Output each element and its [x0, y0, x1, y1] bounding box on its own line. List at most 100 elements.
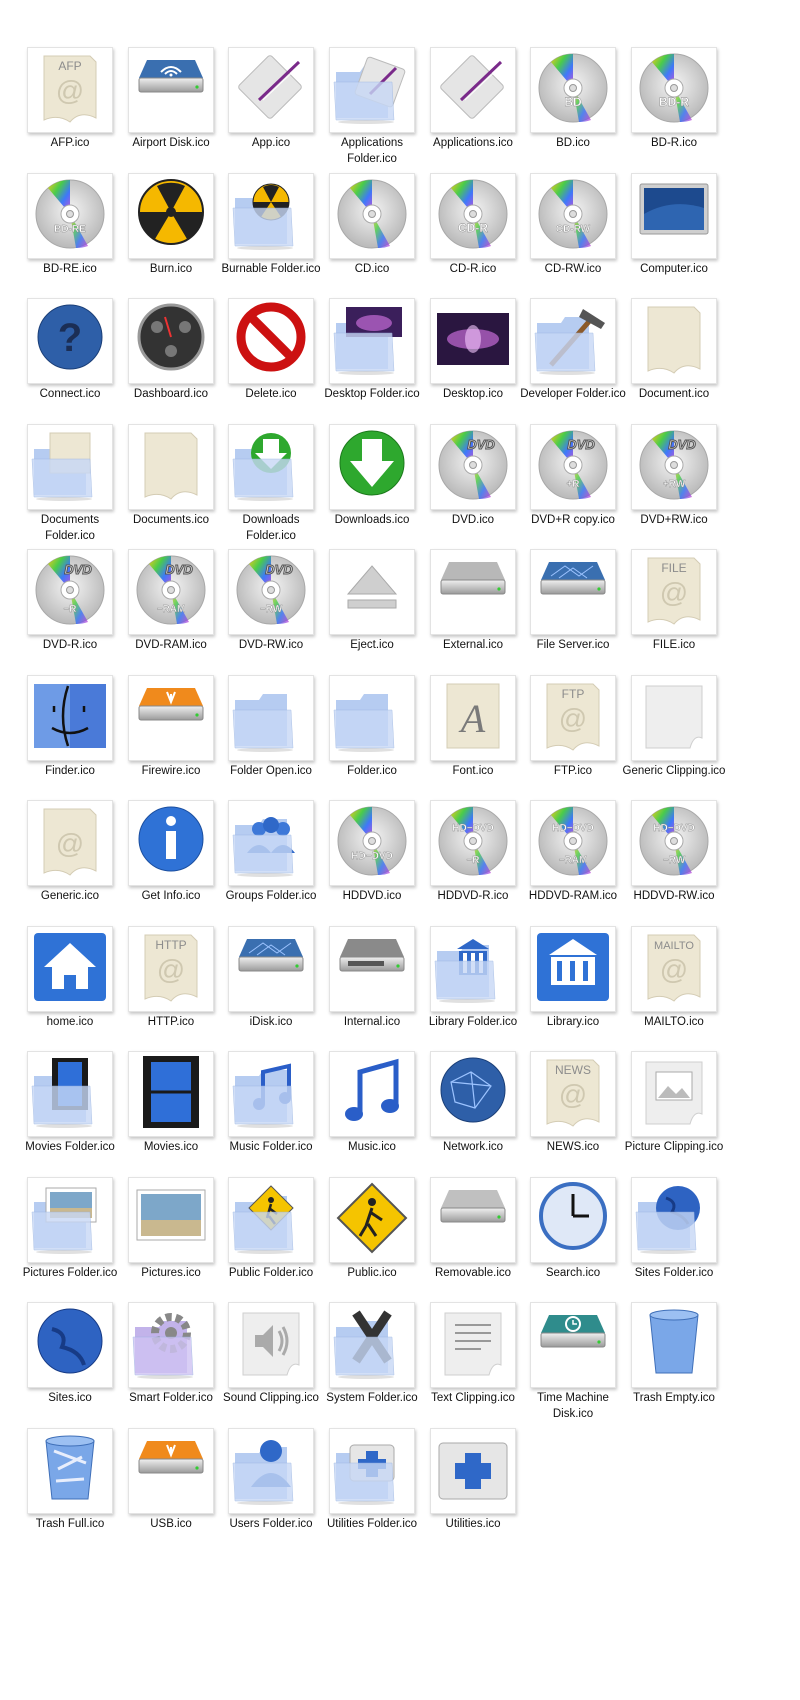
icon-thumbnail[interactable] — [530, 926, 616, 1012]
icon-thumbnail[interactable]: MAILTO @ — [631, 926, 717, 1012]
icon-thumbnail[interactable] — [329, 298, 415, 384]
icon-thumbnail[interactable] — [430, 298, 516, 384]
icon-thumbnail[interactable]: CD-RW — [530, 173, 616, 259]
music-folder-icon — [232, 1063, 294, 1128]
icon-thumbnail[interactable] — [430, 1051, 516, 1137]
icon-thumbnail[interactable] — [228, 1051, 314, 1137]
icon-thumbnail[interactable] — [430, 47, 516, 133]
icon-label: DVD-RAM.ico — [135, 639, 207, 651]
icon-thumbnail[interactable] — [530, 1302, 616, 1388]
icon-thumbnail[interactable]: DVD +R — [530, 424, 616, 510]
icon-label: Utilities Folder.ico — [326, 1518, 418, 1530]
icon-thumbnail[interactable] — [128, 47, 214, 133]
icon-thumbnail[interactable] — [128, 1177, 214, 1263]
icon-thumbnail[interactable] — [128, 173, 214, 259]
icon-thumbnail[interactable] — [530, 298, 616, 384]
burnable-folder-icon — [232, 183, 294, 250]
icon-thumbnail[interactable]: HD−DVD — [329, 800, 415, 886]
icon-thumbnail[interactable]: BD-R — [631, 47, 717, 133]
icon-thumbnail[interactable] — [329, 424, 415, 510]
icon-thumbnail[interactable] — [128, 800, 214, 886]
icon-thumbnail[interactable] — [631, 1302, 717, 1388]
icon-thumbnail[interactable] — [631, 298, 717, 384]
icon-thumbnail[interactable] — [329, 1051, 415, 1137]
icon-thumbnail[interactable]: BD-RE — [27, 173, 113, 259]
icon-thumbnail[interactable] — [430, 1302, 516, 1388]
icon-thumbnail[interactable] — [27, 1428, 113, 1514]
icon-thumbnail[interactable] — [128, 1302, 214, 1388]
icon-thumbnail[interactable] — [228, 800, 314, 886]
icon-thumbnail[interactable] — [128, 675, 214, 761]
icon-thumbnail[interactable]: @ — [27, 800, 113, 886]
icon-thumbnail[interactable]: CD-R — [430, 173, 516, 259]
icon-thumbnail[interactable] — [631, 1051, 717, 1137]
icon-thumbnail[interactable] — [329, 675, 415, 761]
icon-thumbnail[interactable] — [631, 675, 717, 761]
icon-thumbnail[interactable] — [27, 926, 113, 1012]
icon-label: Movies Folder.ico — [25, 1141, 115, 1153]
icon-label: DVD+RW.ico — [640, 514, 708, 526]
icon-thumbnail[interactable] — [329, 47, 415, 133]
icon-thumbnail[interactable] — [128, 298, 214, 384]
svg-text:DVD: DVD — [64, 562, 92, 577]
icon-thumbnail[interactable]: DVD −RW — [228, 549, 314, 635]
icon-label: Firewire.ico — [141, 765, 201, 777]
icon-thumbnail[interactable]: HD−DVD −RAM — [530, 800, 616, 886]
icon-thumbnail[interactable]: DVD +RW — [631, 424, 717, 510]
icon-thumbnail[interactable] — [530, 1177, 616, 1263]
icon-thumbnail[interactable] — [228, 675, 314, 761]
icon-thumbnail[interactable] — [530, 549, 616, 635]
icon-thumbnail[interactable] — [128, 1051, 214, 1137]
icon-thumbnail[interactable] — [27, 1051, 113, 1137]
svg-text:HD−DVD: HD−DVD — [452, 823, 493, 834]
icon-thumbnail[interactable]: HD−DVD −RW — [631, 800, 717, 886]
icon-thumbnail[interactable]: FILE @ — [631, 549, 717, 635]
icon-label: Library Folder.ico — [428, 1016, 518, 1028]
icon-thumbnail[interactable]: A — [430, 675, 516, 761]
icon-thumbnail[interactable]: FTP @ — [530, 675, 616, 761]
icon-thumbnail[interactable] — [27, 1302, 113, 1388]
icon-thumbnail[interactable] — [430, 1177, 516, 1263]
icon-thumbnail[interactable] — [430, 549, 516, 635]
icon-thumbnail[interactable] — [329, 1177, 415, 1263]
icon-thumbnail[interactable]: HD−DVD −R — [430, 800, 516, 886]
icon-thumbnail[interactable]: HTTP @ — [128, 926, 214, 1012]
icon-thumbnail[interactable] — [228, 1302, 314, 1388]
documents-icon — [144, 432, 198, 500]
icon-thumbnail[interactable] — [228, 1177, 314, 1263]
icon-thumbnail[interactable] — [27, 1177, 113, 1263]
icon-thumbnail[interactable] — [228, 173, 314, 259]
icon-thumbnail[interactable] — [128, 424, 214, 510]
icon-thumbnail[interactable] — [329, 926, 415, 1012]
icon-thumbnail[interactable]: AFP @ — [27, 47, 113, 133]
icon-thumbnail[interactable]: DVD −RAM — [128, 549, 214, 635]
icon-thumbnail[interactable] — [631, 1177, 717, 1263]
icon-thumbnail[interactable] — [631, 173, 717, 259]
svg-text:DVD: DVD — [165, 562, 193, 577]
icon-thumbnail[interactable] — [329, 173, 415, 259]
icon-thumbnail[interactable] — [430, 926, 516, 1012]
icon-thumbnail[interactable] — [27, 424, 113, 510]
public-icon — [336, 1182, 408, 1254]
icon-thumbnail[interactable] — [329, 1302, 415, 1388]
dvd-plus-r-disc-icon: DVD +R — [538, 430, 608, 500]
icon-thumbnail[interactable]: ? — [27, 298, 113, 384]
icon-label: DVD-R.ico — [42, 639, 98, 651]
icon-thumbnail[interactable]: DVD — [430, 424, 516, 510]
icon-thumbnail[interactable] — [329, 1428, 415, 1514]
icon-thumbnail[interactable] — [329, 549, 415, 635]
icon-thumbnail[interactable] — [228, 926, 314, 1012]
icon-thumbnail[interactable] — [430, 1428, 516, 1514]
icon-thumbnail[interactable] — [228, 1428, 314, 1514]
icon-thumbnail[interactable]: DVD −R — [27, 549, 113, 635]
icon-thumbnail[interactable] — [228, 298, 314, 384]
icon-thumbnail[interactable] — [228, 424, 314, 510]
icon-thumbnail[interactable] — [128, 1428, 214, 1514]
icon-thumbnail[interactable] — [27, 675, 113, 761]
icon-label: Library.ico — [546, 1016, 600, 1028]
icon-thumbnail[interactable]: BD — [530, 47, 616, 133]
icon-thumbnail[interactable]: NEWS @ — [530, 1051, 616, 1137]
icon-thumbnail[interactable] — [228, 47, 314, 133]
icon-label: AFP.ico — [50, 137, 90, 149]
icon-label: Music Folder.ico — [229, 1141, 313, 1153]
